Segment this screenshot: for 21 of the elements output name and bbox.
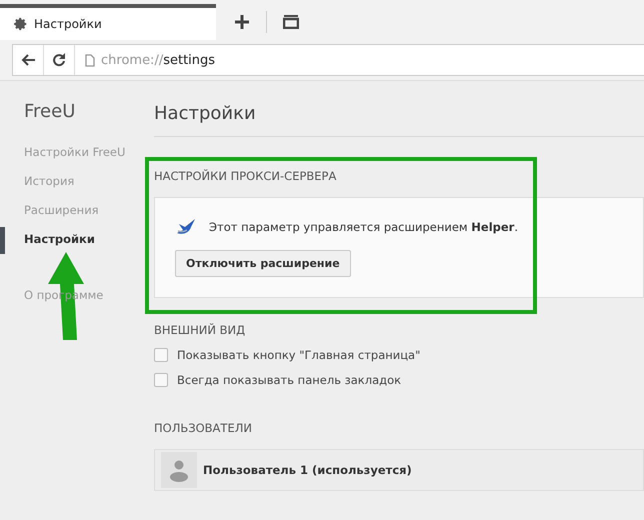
sidebar-title: FreeU bbox=[23, 101, 76, 122]
checkbox[interactable] bbox=[154, 373, 168, 387]
user-row[interactable]: Пользователь 1 (используется) bbox=[154, 449, 644, 491]
notice-text: Этот параметр управляется расширением Helper. bbox=[209, 220, 518, 234]
selection-indicator bbox=[0, 227, 5, 254]
section-heading: НАСТРОЙКИ ПРОКСИ-СЕРВЕРА bbox=[154, 169, 338, 183]
page-title: Настройки bbox=[154, 103, 644, 137]
address-field[interactable]: chrome://settings bbox=[101, 52, 216, 68]
page-icon bbox=[85, 54, 95, 66]
checkbox-label: Всегда показывать панель закладок bbox=[177, 373, 402, 387]
disable-extension-button[interactable]: Отключить расширение bbox=[175, 250, 351, 277]
checkbox[interactable] bbox=[154, 348, 168, 362]
user-name: Пользователь 1 (используется) bbox=[203, 463, 412, 477]
bird-icon bbox=[175, 218, 197, 236]
gear-icon bbox=[14, 17, 28, 31]
checkbox-label: Показывать кнопку "Главная страница" bbox=[177, 348, 420, 362]
browser-tab[interactable]: Настройки bbox=[0, 4, 216, 40]
section-heading: ПОЛЬЗОВАТЕЛИ bbox=[154, 421, 253, 435]
section-heading: ВНЕШНИЙ ВИД bbox=[154, 323, 246, 337]
avatar-icon bbox=[161, 452, 197, 488]
sidebar-item[interactable]: Настройки bbox=[0, 225, 144, 254]
